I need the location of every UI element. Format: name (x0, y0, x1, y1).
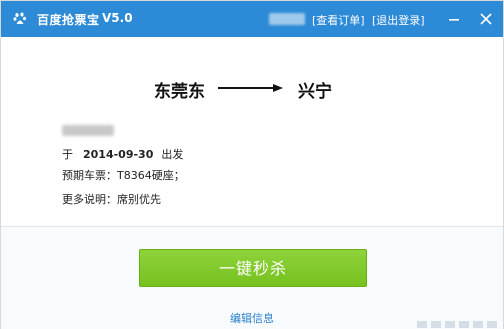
more-notes: 更多说明：席别优先 (62, 193, 161, 206)
logout-link[interactable]: [退出登录] (372, 12, 425, 28)
passenger-redacted (62, 125, 114, 136)
arrival-station: 兴宁 (298, 82, 332, 102)
departure-station: 东莞东 (154, 82, 205, 102)
minimize-icon (449, 19, 459, 21)
baidu-paw-icon (13, 12, 26, 24)
departure-date-line: 于 2014-09-30 出发 (62, 146, 183, 162)
close-icon (480, 13, 492, 25)
route-display: 东莞东 兴宁 (1, 77, 503, 103)
arrow-right-icon (218, 84, 283, 92)
expected-ticket: 预期车票：T8364硬座； (62, 169, 185, 182)
app-version: V5.0 (102, 11, 133, 25)
minimize-button[interactable] (439, 1, 469, 37)
edit-info-link[interactable]: 编辑信息 (230, 310, 274, 326)
app-title: 百度抢票宝 (37, 13, 100, 27)
app-window: 百度抢票宝 V5.0 [查看订单] [退出登录] 东莞东 兴宁 于 2014-09… (0, 0, 504, 329)
one-click-grab-button[interactable]: 一键秒杀 (139, 249, 367, 287)
date-prefix: 于 (62, 148, 73, 161)
username-redacted (269, 13, 305, 25)
watermark (417, 321, 497, 328)
title-bar[interactable]: 百度抢票宝 V5.0 [查看订单] [退出登录] (1, 1, 503, 37)
view-orders-link[interactable]: [查看订单] (312, 12, 365, 28)
close-button[interactable] (471, 1, 501, 37)
date-suffix: 出发 (161, 148, 184, 161)
departure-date: 2014-09-30 (83, 148, 154, 161)
